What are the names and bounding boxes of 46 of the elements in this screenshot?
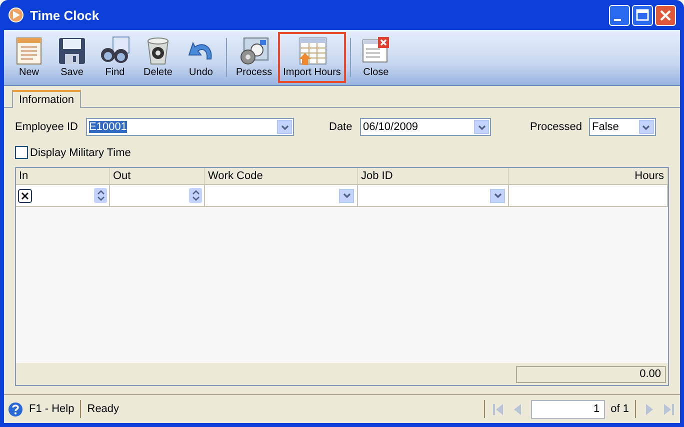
field-label: Processed [530,121,582,133]
last-page-icon [662,402,676,416]
toolbar-button[interactable]: New [8,32,50,83]
app-icon [8,7,24,23]
chevron-down-icon [342,191,352,200]
column-header[interactable]: Hours [509,168,668,185]
first-page-icon [490,402,505,416]
toolbar-button[interactable]: Undo [180,32,222,83]
grid-cell[interactable] [16,185,110,206]
page-count: of 1 [610,403,629,415]
maximize-button[interactable] [632,4,653,26]
checkbox-label: Display Military Time [30,146,131,158]
close-icon [660,10,671,20]
column-header[interactable]: In [16,168,110,185]
dropdown-field[interactable]: False [588,118,656,136]
hours-total: 0.00 [516,366,666,382]
minimize-icon [614,18,621,20]
page-field[interactable]: 1 [530,400,605,418]
dropdown-field[interactable]: 06/10/2009 [360,118,491,136]
close-button[interactable] [655,4,676,26]
maximize-icon [636,9,649,21]
column-header[interactable]: Out [110,168,205,185]
minimize-button[interactable] [609,4,630,26]
column-header[interactable]: Job ID [358,168,509,185]
field-label: Date [329,121,353,133]
chevron-down-icon [476,122,486,132]
tab[interactable]: Information [12,90,82,108]
toolbar-button[interactable]: Process [231,32,278,83]
status-text: Ready [87,403,120,415]
toolbar-button[interactable]: Close [354,32,397,83]
column-header[interactable]: Work Code [205,168,358,185]
chevron-down-icon [492,191,502,200]
window-title: Time Clock [30,8,100,22]
toolbar-button[interactable]: Import Hours [278,32,346,83]
chevron-down-icon [280,122,290,132]
spin-arrows-icon [192,190,200,201]
chevron-down-icon [641,122,652,132]
spin-arrows-icon [96,190,104,201]
toolbar-button[interactable]: Save [51,32,93,83]
checkbox[interactable] [15,146,28,159]
toolbar-button[interactable]: Delete [137,32,179,83]
field-label: Employee ID [15,121,79,133]
dropdown-field[interactable]: E10001 [86,118,294,136]
toolbar-button[interactable]: Find [94,32,136,83]
help-hint: F1 - Help [29,403,74,415]
help-icon [8,402,23,416]
